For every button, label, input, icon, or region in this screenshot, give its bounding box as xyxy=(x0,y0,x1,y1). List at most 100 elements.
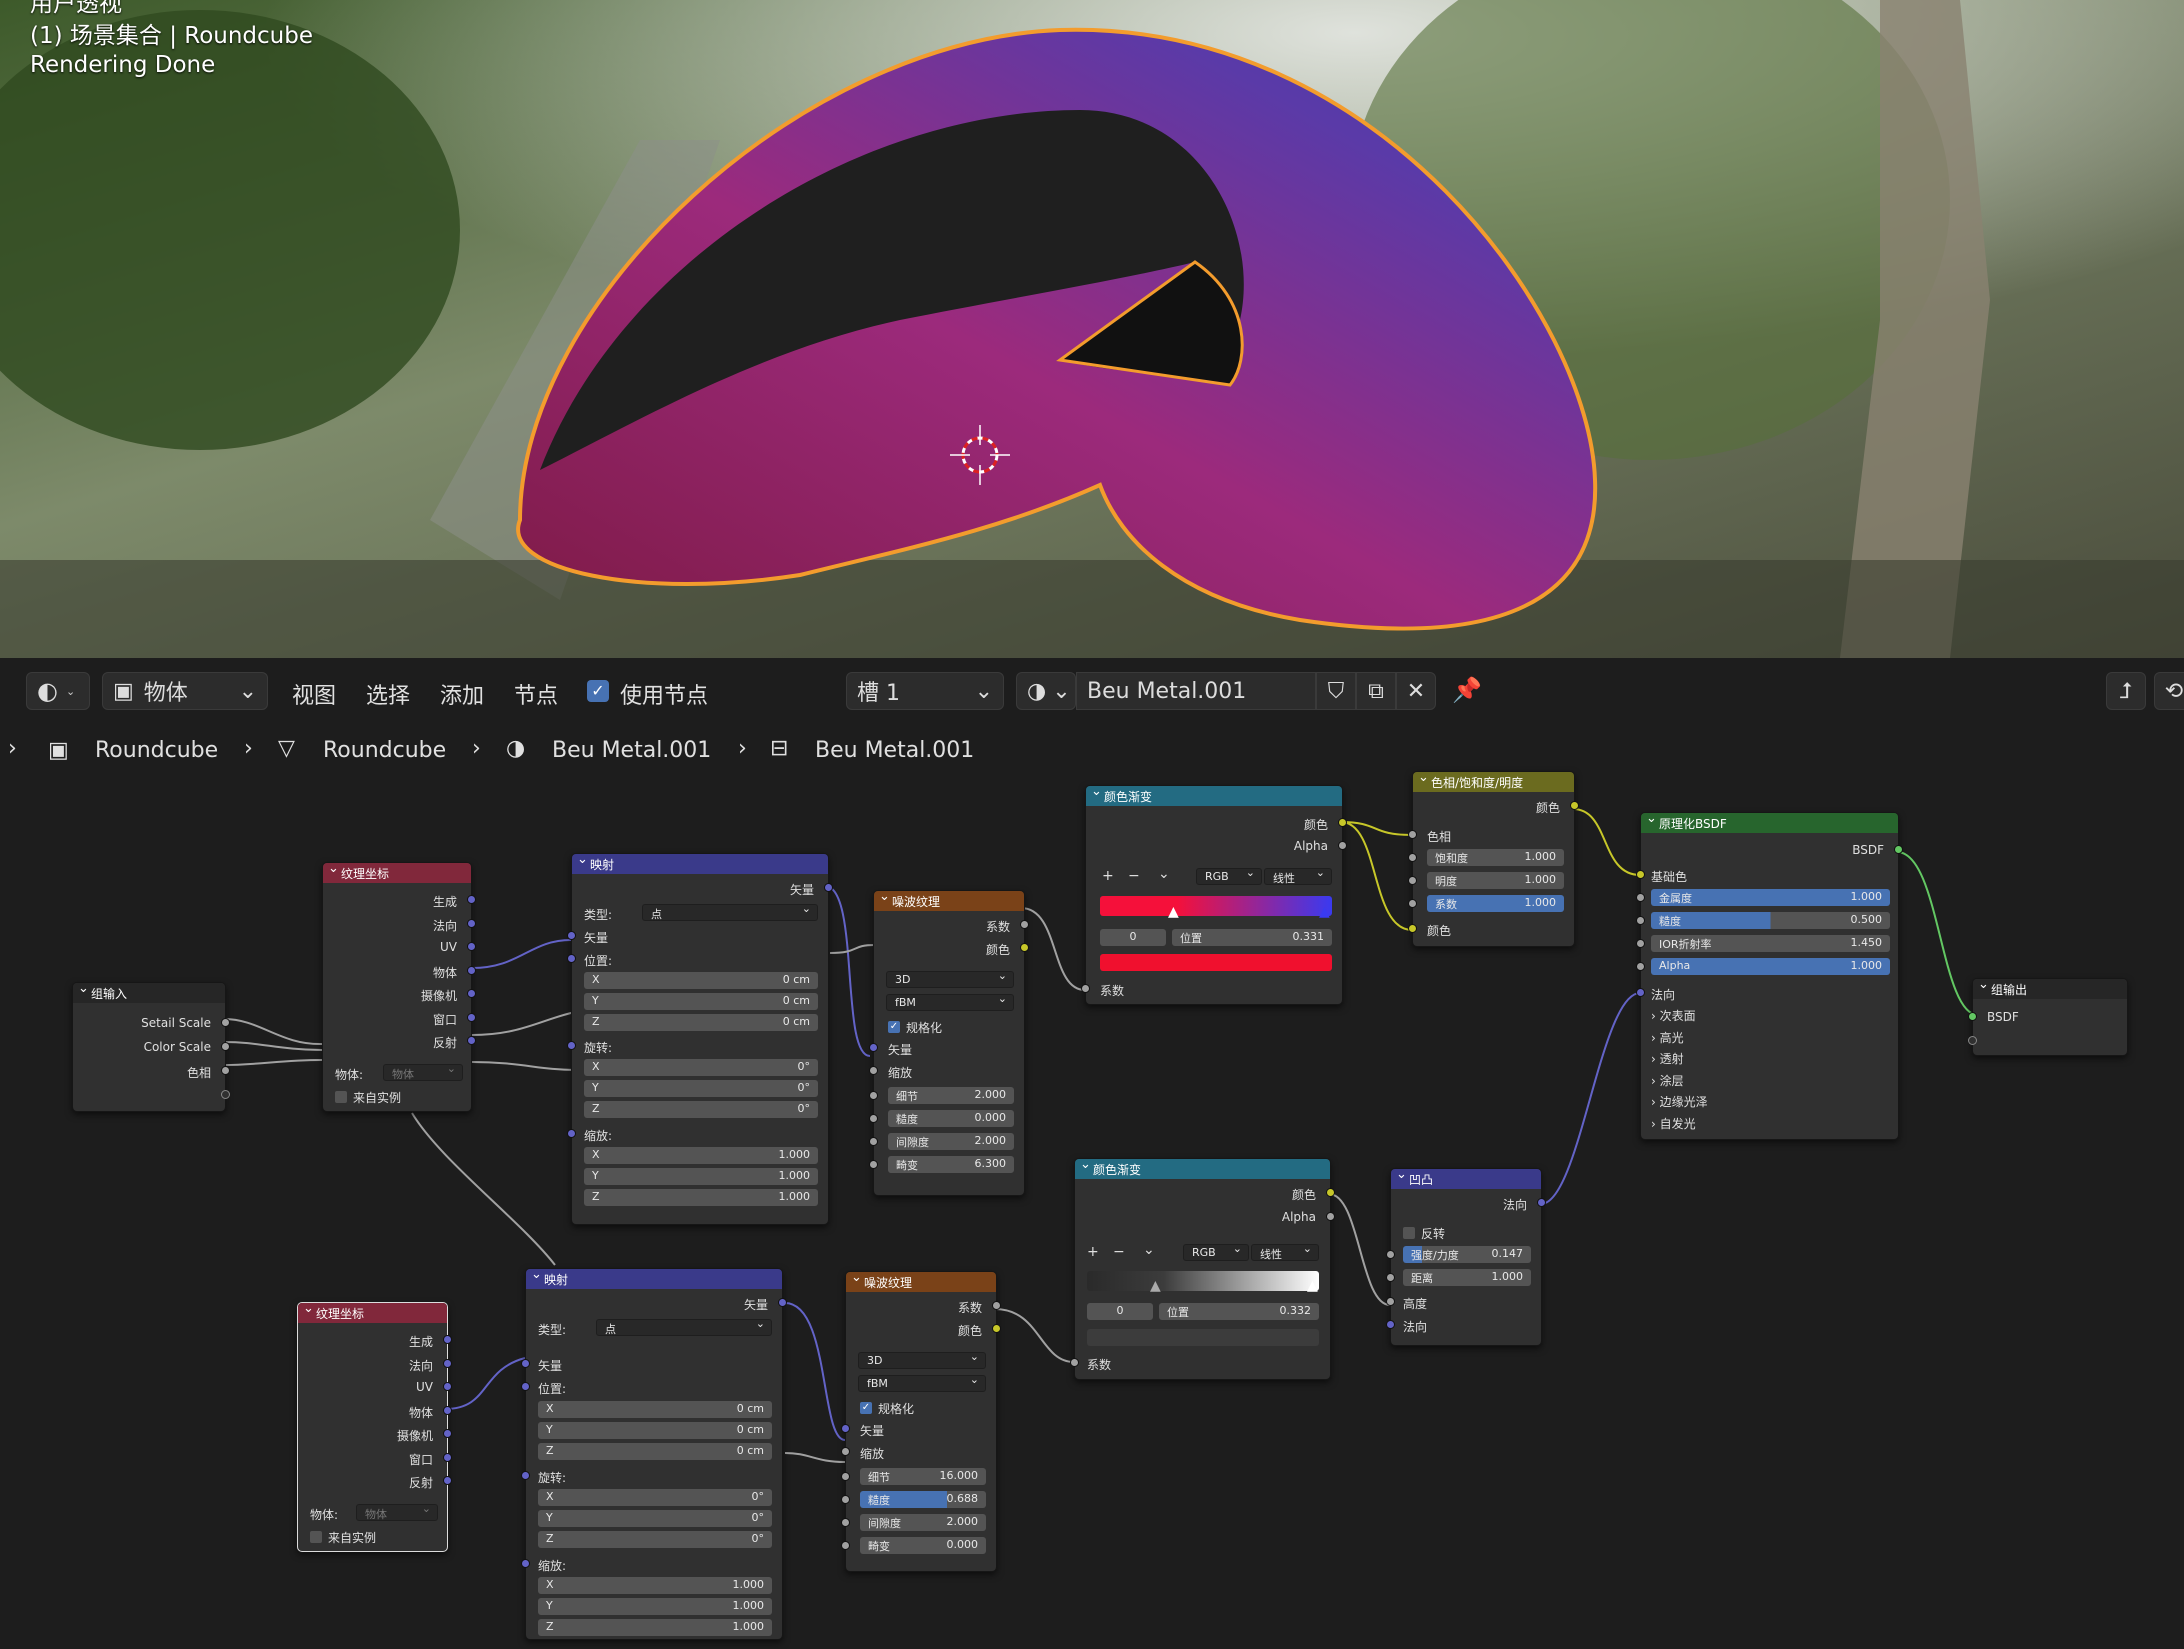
roughness-field[interactable]: 糙度 0.688 xyxy=(860,1491,986,1508)
stop-color-swatch[interactable] xyxy=(1087,1329,1319,1346)
socket[interactable] xyxy=(467,1036,476,1045)
instancer-checkbox[interactable] xyxy=(335,1091,347,1103)
lacunarity-field[interactable]: 间隙度 2.000 xyxy=(888,1133,1014,1150)
socket[interactable] xyxy=(443,1406,452,1415)
rot-y[interactable]: Y 0° xyxy=(538,1510,772,1527)
node-group-input[interactable]: 组输入 Setail Scale Color Scale 色相 xyxy=(72,981,230,1112)
lacunarity-field[interactable]: 间隙度 2.000 xyxy=(860,1514,986,1531)
add-stop-icon[interactable]: + xyxy=(1102,868,1114,884)
fake-user-shield-icon[interactable]: ⛉ xyxy=(1316,672,1356,710)
loc-x[interactable]: X0 cm xyxy=(584,972,818,989)
socket[interactable] xyxy=(869,1043,878,1052)
socket[interactable] xyxy=(521,1382,530,1391)
socket[interactable] xyxy=(1408,899,1417,908)
instancer-checkbox[interactable] xyxy=(310,1531,322,1543)
distortion-field[interactable]: 畸变 6.300 xyxy=(888,1156,1014,1173)
ramp-stop-marker[interactable]: ▲ xyxy=(1150,1278,1161,1294)
remove-stop-icon[interactable]: − xyxy=(1113,1244,1125,1260)
socket[interactable] xyxy=(869,1114,878,1123)
distance-field[interactable]: 距离 1.000 xyxy=(1403,1269,1531,1286)
socket[interactable] xyxy=(1386,1297,1395,1306)
node-color-ramp-1[interactable]: 颜色渐变 颜色 Alpha + − ⌄ RGB 线性 ▲ ▲ 0 位置0.331… xyxy=(1081,784,1347,1005)
node-texture-coordinate-1[interactable]: 纹理坐标 生成 法向 UV 物体 摄像机 窗口 反射 物体: 物体 来自实例 xyxy=(322,861,476,1112)
node-hue-saturation-value[interactable]: 色相/饱和度/明度 颜色 色相 饱和度1.000 明度1.000 系数1.000… xyxy=(1408,770,1579,947)
color-ramp-bar[interactable] xyxy=(1100,896,1332,916)
socket[interactable] xyxy=(1408,853,1417,862)
empty-socket[interactable] xyxy=(1968,1036,1977,1045)
socket[interactable] xyxy=(992,1324,1001,1333)
panel-specular[interactable]: › 高光 xyxy=(1651,1029,1684,1046)
value-field[interactable]: 明度 1.000 xyxy=(1427,872,1564,889)
node-noise-texture-1[interactable]: 噪波纹理 系数 颜色 3D fBM ✓ 规格化 矢量 缩放 细节2.000 糙度… xyxy=(869,889,1029,1196)
rot-y[interactable]: Y 0° xyxy=(584,1080,818,1097)
socket[interactable] xyxy=(467,895,476,904)
socket[interactable] xyxy=(443,1429,452,1438)
socket[interactable] xyxy=(1636,893,1645,902)
material-browse-button[interactable]: ◑ ⌄ xyxy=(1016,672,1076,710)
scale-z[interactable]: Z 1.000 xyxy=(538,1619,772,1636)
stop-position-field[interactable]: 位置 0.331 xyxy=(1172,929,1332,946)
socket[interactable] xyxy=(1636,916,1645,925)
detail-field[interactable]: 细节 2.000 xyxy=(888,1087,1014,1104)
metallic-field[interactable]: 金属度 1.000 xyxy=(1651,889,1890,906)
type-select[interactable]: 点 xyxy=(596,1317,772,1336)
noise-type-select[interactable]: fBM xyxy=(886,992,1014,1011)
pin-icon[interactable]: 📌 xyxy=(1452,676,1482,704)
use-nodes-checkbox[interactable]: ✓ xyxy=(587,680,609,702)
remove-stop-icon[interactable]: − xyxy=(1128,868,1140,884)
loc-z[interactable]: Z0 cm xyxy=(584,1014,818,1031)
add-stop-icon[interactable]: + xyxy=(1087,1244,1099,1260)
socket[interactable] xyxy=(467,919,476,928)
socket[interactable] xyxy=(1386,1320,1395,1329)
node-color-ramp-2[interactable]: 颜色渐变 颜色 Alpha + − ⌄ RGB 线性 ▲ ▲ 0 位置0.332… xyxy=(1070,1157,1335,1380)
empty-socket[interactable] xyxy=(221,1090,230,1099)
socket[interactable] xyxy=(567,1129,576,1138)
socket[interactable] xyxy=(1020,943,1029,952)
socket[interactable] xyxy=(992,1301,1001,1310)
socket[interactable] xyxy=(1894,845,1903,854)
strength-field[interactable]: 强度/力度 0.147 xyxy=(1403,1246,1531,1263)
dimension-select[interactable]: 3D xyxy=(858,1350,986,1369)
node-texture-coordinate-2[interactable]: 纹理坐标 生成 法向 UV 物体 摄像机 窗口 反射 物体: 物体 来自实例 xyxy=(297,1301,452,1552)
socket[interactable] xyxy=(221,1018,230,1027)
socket[interactable] xyxy=(567,931,576,940)
menu-view[interactable]: 视图 xyxy=(292,678,336,710)
scale-x[interactable]: X 1.000 xyxy=(538,1577,772,1594)
noise-type-select[interactable]: fBM xyxy=(858,1373,986,1392)
socket[interactable] xyxy=(221,1066,230,1075)
slot-select[interactable]: 槽 1 ⌄ xyxy=(846,672,1004,710)
shader-node-editor[interactable]: ◐ ⌄ ▣ 物体 ⌄ 视图 选择 添加 节点 ✓ 使用节点 槽 1 ⌄ ◑ ⌄ Beu M… xyxy=(0,658,2184,1649)
detail-field[interactable]: 细节 16.000 xyxy=(860,1468,986,1485)
menu-select[interactable]: 选择 xyxy=(366,678,410,710)
socket[interactable] xyxy=(443,1453,452,1462)
stop-color-swatch[interactable] xyxy=(1100,954,1332,971)
rot-x[interactable]: X 0° xyxy=(584,1059,818,1076)
chevron-down-icon[interactable]: ⌄ xyxy=(1158,866,1170,882)
socket[interactable] xyxy=(1326,1188,1335,1197)
parent-node-tree-icon[interactable]: ⮥ xyxy=(2106,672,2146,710)
rot-z[interactable]: Z 0° xyxy=(584,1101,818,1118)
saturation-field[interactable]: 饱和度 1.000 xyxy=(1427,849,1564,866)
node-mapping-1[interactable]: 映射 矢量 类型: 点 矢量 位置: X0 cm Y0 cm Z0 cm 旋转:… xyxy=(567,852,833,1225)
stop-index-field[interactable]: 0 xyxy=(1100,929,1166,946)
socket[interactable] xyxy=(869,1160,878,1169)
node-noise-texture-2[interactable]: 噪波纹理 系数 颜色 3D fBM ✓ 规格化 矢量 缩放 细节16.000 糙… xyxy=(841,1270,1001,1572)
node-bump[interactable]: 凹凸 法向 反转 强度/力度0.147 距离1.000 高度 法向 xyxy=(1386,1167,1546,1346)
ramp-stop-marker[interactable]: ▲ xyxy=(1168,904,1179,920)
socket[interactable] xyxy=(1537,1198,1546,1207)
scale-y[interactable]: Y 1.000 xyxy=(538,1598,772,1615)
socket[interactable] xyxy=(521,1471,530,1480)
socket[interactable] xyxy=(443,1476,452,1485)
socket[interactable] xyxy=(567,1041,576,1050)
socket[interactable] xyxy=(1636,870,1645,879)
object-mode-select[interactable]: ▣ 物体 ⌄ xyxy=(102,672,268,710)
rot-z[interactable]: Z 0° xyxy=(538,1531,772,1548)
socket[interactable] xyxy=(443,1359,452,1368)
socket[interactable] xyxy=(1636,939,1645,948)
socket[interactable] xyxy=(467,989,476,998)
chevron-down-icon[interactable]: ⌄ xyxy=(1143,1242,1155,1258)
ramp-stop-marker[interactable]: ▲ xyxy=(1319,904,1330,920)
socket[interactable] xyxy=(841,1472,850,1481)
scale-y[interactable]: Y 1.000 xyxy=(584,1168,818,1185)
invert-checkbox[interactable] xyxy=(1403,1227,1415,1239)
